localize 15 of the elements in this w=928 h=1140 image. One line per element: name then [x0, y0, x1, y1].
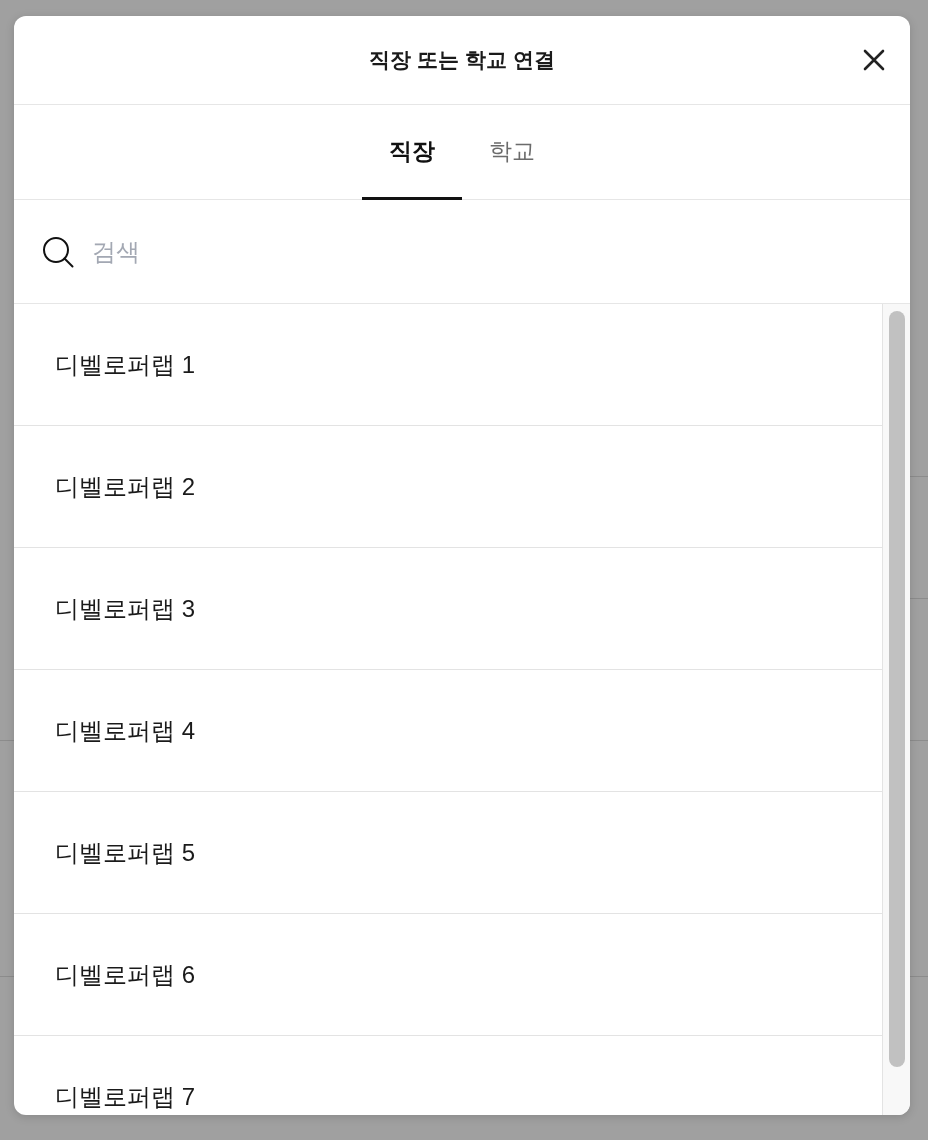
- close-button[interactable]: [862, 48, 886, 72]
- tab[interactable]: 직장: [362, 105, 462, 200]
- organization-item[interactable]: 디벨로퍼랩 3: [55, 592, 195, 625]
- search-field[interactable]: 검색: [92, 234, 292, 269]
- organization-item[interactable]: 디벨로퍼랩 5: [55, 836, 195, 869]
- scrollbar-thumb[interactable]: [889, 311, 905, 1067]
- dialog-title: 직장 또는 학교 연결: [369, 47, 555, 73]
- tab[interactable]: 학교: [462, 105, 562, 200]
- organization-item[interactable]: 디벨로퍼랩 4: [55, 714, 195, 747]
- close-icon: [862, 48, 886, 72]
- organization-item[interactable]: 디벨로퍼랩 6: [55, 958, 195, 991]
- organization-item[interactable]: 디벨로퍼랩 1: [55, 348, 195, 381]
- organization-item[interactable]: 디벨로퍼랩 7: [55, 1080, 195, 1113]
- organization-item[interactable]: 디벨로퍼랩 2: [55, 470, 195, 503]
- search-icon: [42, 235, 74, 268]
